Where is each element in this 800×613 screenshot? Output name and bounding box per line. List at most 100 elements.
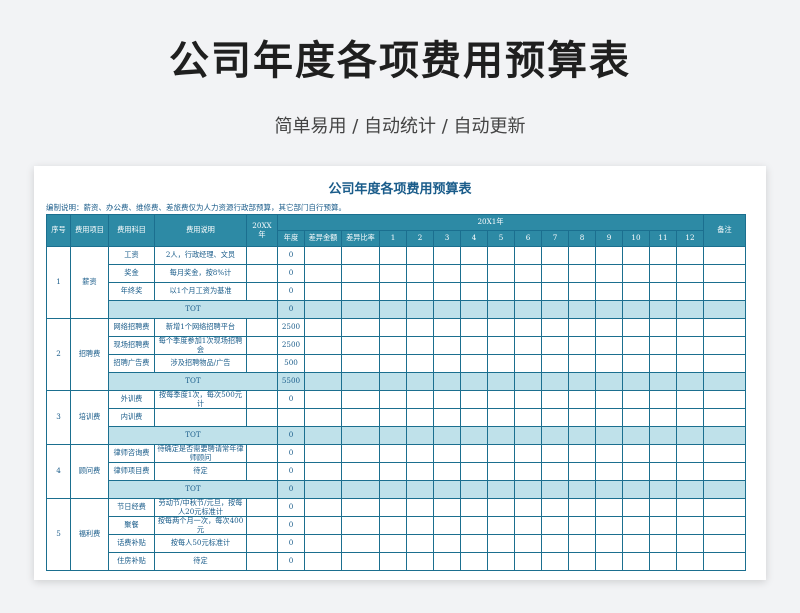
total-cell xyxy=(676,426,704,445)
value-cell xyxy=(304,534,342,553)
remark-cell xyxy=(703,318,746,337)
value-cell xyxy=(568,498,596,517)
value-cell xyxy=(514,444,542,463)
annual-cell: 0 xyxy=(277,246,305,265)
table-row: 5 福利费 节日经费 劳动节/中秋节/元旦，按每人20元标准计 0 xyxy=(46,498,746,571)
total-cell xyxy=(406,426,434,445)
table-row: 内训费 xyxy=(47,408,746,427)
value-cell xyxy=(433,462,461,481)
value-cell xyxy=(541,408,569,427)
value-cell xyxy=(622,264,650,283)
value-cell xyxy=(541,516,569,535)
value-cell xyxy=(304,444,342,463)
subject-cell: 工资 xyxy=(108,246,155,265)
value-cell xyxy=(379,552,407,571)
header-month: 1 xyxy=(379,230,407,247)
value-cell xyxy=(460,318,488,337)
remark-cell xyxy=(703,462,746,481)
seq-cell: 4 xyxy=(46,444,71,499)
value-cell xyxy=(406,318,434,337)
annual-cell: 0 xyxy=(277,264,305,283)
value-cell xyxy=(649,444,677,463)
value-cell xyxy=(406,462,434,481)
total-cell xyxy=(487,480,515,499)
seq-cell: 3 xyxy=(46,390,71,445)
subject-cell: 年终奖 xyxy=(108,282,155,301)
value-cell xyxy=(379,318,407,337)
value-cell xyxy=(649,408,677,427)
remark-cell xyxy=(703,408,746,427)
value-cell xyxy=(433,264,461,283)
value-cell xyxy=(304,318,342,337)
value-cell xyxy=(649,462,677,481)
value-cell xyxy=(379,534,407,553)
value-cell xyxy=(433,444,461,463)
total-cell xyxy=(379,300,407,319)
value-cell xyxy=(460,354,488,373)
header-month: 10 xyxy=(622,230,650,247)
value-cell xyxy=(304,354,342,373)
sheet-title: 公司年度各项费用预算表 xyxy=(328,182,472,197)
subject-cell: 住房补贴 xyxy=(108,552,155,571)
project-cell: 薪资 xyxy=(70,246,109,319)
value-cell xyxy=(676,282,704,301)
desc-cell: 待定 xyxy=(154,552,247,571)
value-cell xyxy=(460,462,488,481)
value-cell xyxy=(341,552,380,571)
value-cell xyxy=(341,498,380,517)
value-cell xyxy=(341,336,380,355)
value-cell xyxy=(406,516,434,535)
value-cell xyxy=(514,408,542,427)
value-cell xyxy=(568,282,596,301)
value-cell xyxy=(341,408,380,427)
prev-year-cell xyxy=(246,390,278,409)
value-cell xyxy=(379,462,407,481)
page-subtitle: 简单易用 / 自动统计 / 自动更新 xyxy=(274,116,526,137)
total-cell xyxy=(676,300,704,319)
value-cell xyxy=(622,444,650,463)
prev-year-cell xyxy=(246,246,278,265)
project-cell: 培训费 xyxy=(70,390,109,445)
value-cell xyxy=(514,462,542,481)
value-cell xyxy=(460,282,488,301)
total-cell xyxy=(379,372,407,391)
value-cell xyxy=(541,318,569,337)
value-cell xyxy=(622,534,650,553)
value-cell xyxy=(622,408,650,427)
total-cell xyxy=(622,426,650,445)
value-cell xyxy=(676,246,704,265)
header-remark: 备注 xyxy=(703,214,746,247)
value-cell xyxy=(406,264,434,283)
subject-cell: 内训费 xyxy=(108,408,155,427)
total-cell xyxy=(595,426,623,445)
value-cell xyxy=(433,408,461,427)
value-cell xyxy=(541,534,569,553)
remark-cell xyxy=(703,354,746,373)
header-month: 3 xyxy=(433,230,461,247)
value-cell xyxy=(568,246,596,265)
subject-cell: 聚餐 xyxy=(108,516,155,535)
value-cell xyxy=(676,408,704,427)
value-cell xyxy=(304,264,342,283)
page-title: 公司年度各项费用预算表 xyxy=(169,38,631,84)
annual-cell: 0 xyxy=(277,534,305,553)
total-cell xyxy=(304,480,342,499)
desc-cell: 涉及招聘物品/广告 xyxy=(154,354,247,373)
value-cell xyxy=(649,246,677,265)
value-cell xyxy=(676,390,704,409)
total-cell xyxy=(649,300,677,319)
value-cell xyxy=(676,354,704,373)
value-cell xyxy=(676,318,704,337)
value-cell xyxy=(568,534,596,553)
annual-cell: 0 xyxy=(277,462,305,481)
value-cell xyxy=(341,390,380,409)
value-cell xyxy=(460,552,488,571)
value-cell xyxy=(622,462,650,481)
header-diff-amount: 差异金额 xyxy=(304,230,342,247)
remark-cell xyxy=(703,552,746,571)
total-cell xyxy=(514,480,542,499)
seq-cell: 2 xyxy=(46,318,71,391)
budget-body: 1 薪资 工资 2人，行政经理、文员 0 奖金 每月奖金，按8%计 0 年终奖 以1个月工资为基准… xyxy=(46,246,746,571)
value-cell xyxy=(341,354,380,373)
value-cell xyxy=(622,390,650,409)
